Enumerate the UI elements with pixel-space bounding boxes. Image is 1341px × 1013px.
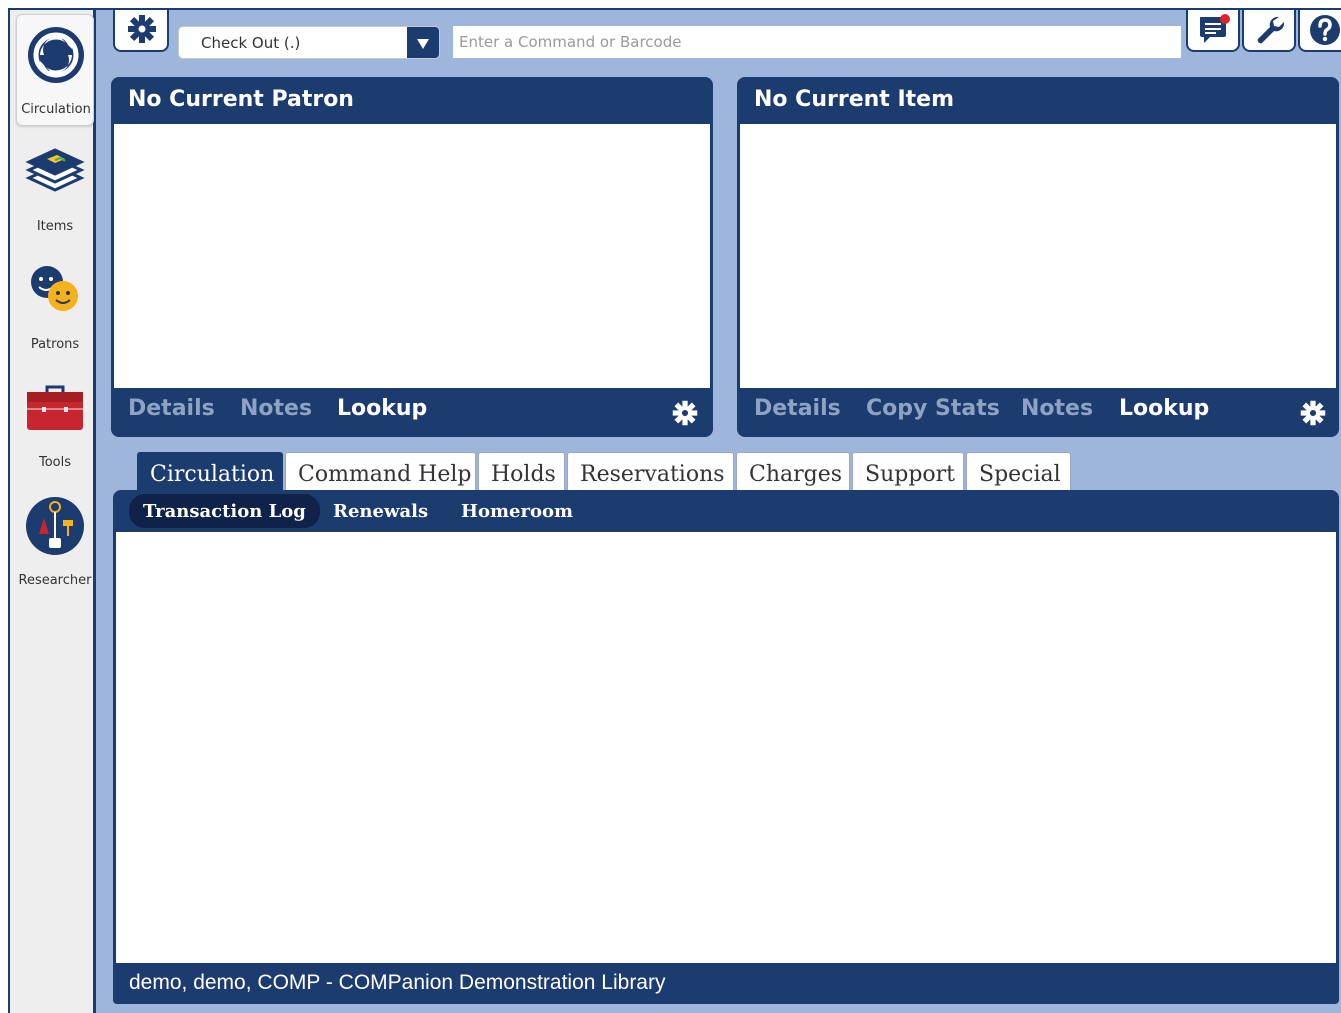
sidebar-item-items[interactable]: Items [16, 132, 94, 244]
sidebar-item-label: Patrons [30, 337, 80, 352]
patron-panel-title: No Current Patron [128, 87, 354, 112]
patron-settings-gear-icon[interactable] [671, 399, 699, 427]
tab-holds[interactable]: Holds [478, 452, 565, 492]
books-icon [25, 148, 85, 192]
item-panel: No Current Item Details Copy Stats Notes… [737, 77, 1339, 437]
chevron-down-icon[interactable] [407, 27, 439, 58]
messages-icon [1200, 14, 1230, 43]
toolbox-icon [27, 385, 83, 430]
patron-tab-notes[interactable]: Notes [240, 396, 312, 421]
sidebar-item-researcher[interactable]: Researcher [16, 486, 94, 598]
help-icon [1310, 15, 1340, 45]
patron-panel: No Current Patron Details Notes Lookup [111, 77, 713, 437]
app-frame: Circulation Items Patrons Tools Research… [8, 8, 1341, 1013]
status-text: demo, demo, COMP - COMPanion Demonstrati… [129, 971, 666, 994]
sidebar-item-patrons[interactable]: Patrons [16, 250, 94, 362]
patron-tab-lookup[interactable]: Lookup [337, 396, 427, 421]
tab-circulation[interactable]: Circulation [137, 452, 283, 492]
mode-select-value: Check Out (.) [201, 34, 301, 52]
sidebar-item-label: Items [36, 219, 74, 234]
tab-charges[interactable]: Charges [736, 452, 850, 492]
sidebar-item-label: Researcher [18, 573, 92, 588]
tab-command-help[interactable]: Command Help [285, 452, 476, 492]
patrons-icon [31, 266, 78, 311]
tools-button[interactable] [1242, 10, 1296, 52]
messages-button[interactable] [1186, 10, 1240, 52]
item-tab-details[interactable]: Details [754, 396, 841, 421]
transaction-log-panel: Transaction Log Renewals Homeroom demo, … [113, 490, 1339, 1004]
item-panel-body [740, 124, 1336, 388]
command-input[interactable] [453, 26, 1181, 58]
item-tab-notes[interactable]: Notes [1021, 396, 1093, 421]
researcher-icon [26, 497, 84, 555]
sidebar-item-label: Circulation [21, 102, 91, 117]
gear-icon [128, 15, 156, 43]
subtab-renewals[interactable]: Renewals [319, 494, 442, 528]
tab-special[interactable]: Special [966, 452, 1071, 492]
sidebar: Circulation Items Patrons Tools Research… [10, 10, 96, 1013]
item-tab-copy-stats[interactable]: Copy Stats [866, 396, 1000, 421]
patron-tab-details[interactable]: Details [128, 396, 215, 421]
sidebar-item-circulation[interactable]: Circulation [16, 14, 94, 126]
settings-button[interactable] [113, 10, 169, 52]
item-panel-title: No Current Item [754, 87, 954, 112]
help-button[interactable] [1298, 10, 1341, 52]
wrench-icon [1257, 16, 1285, 44]
subtab-transaction-log[interactable]: Transaction Log [129, 494, 320, 528]
item-tab-lookup[interactable]: Lookup [1119, 396, 1209, 421]
sidebar-item-tools[interactable]: Tools [16, 368, 94, 480]
circulation-icon [28, 27, 84, 83]
transaction-log-body [116, 532, 1336, 963]
patron-panel-body [114, 124, 710, 388]
sidebar-item-label: Tools [38, 455, 72, 470]
tab-reservations[interactable]: Reservations [567, 452, 734, 492]
item-settings-gear-icon[interactable] [1299, 399, 1327, 427]
subtab-homeroom[interactable]: Homeroom [447, 494, 587, 528]
mode-select[interactable]: Check Out (.) [178, 26, 440, 59]
tab-support[interactable]: Support [852, 452, 964, 492]
